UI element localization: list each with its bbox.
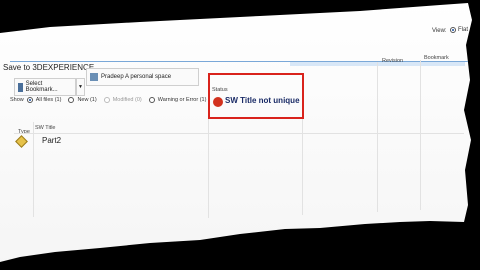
bookmark-dropdown-button[interactable]: ▼ (76, 78, 85, 96)
header-row-divider (14, 133, 464, 134)
select-bookmark-button[interactable]: Select Bookmark... (14, 78, 76, 96)
collab-space-selector[interactable]: Pradeep A personal space (86, 68, 199, 86)
filter-all-label: All files (1) (35, 97, 62, 103)
chevron-down-icon: ▼ (78, 84, 83, 90)
revision-column-header[interactable]: Revision (382, 58, 403, 64)
bookmark-label: Select Bookmark... (25, 81, 58, 93)
space-label: Pradeep A personal space (101, 74, 172, 80)
filter-all-radio[interactable] (26, 97, 33, 103)
filter-warning-radio[interactable] (148, 97, 155, 103)
sw-title-column-header[interactable]: SW Title (35, 125, 55, 131)
view-option-label: Flat (458, 27, 469, 33)
view-flat-radio[interactable]: Flat (450, 27, 468, 33)
column-divider (377, 62, 378, 212)
show-filter-bar: Show All files (1) New (1) Modified (0) … (10, 97, 206, 103)
dialog-panel: Save to 3DEXPERIENCE View: Flat Pradeep … (0, 3, 472, 262)
filter-warning-label: Warning or Error (1) (157, 97, 207, 103)
filter-new-radio[interactable] (68, 97, 75, 103)
column-divider (302, 115, 303, 215)
view-label: View: (432, 28, 447, 34)
column-divider (420, 60, 421, 210)
collab-space-icon (90, 73, 98, 81)
error-icon (213, 97, 223, 107)
filter-new-label: New (1) (77, 97, 97, 103)
row-sw-title[interactable]: Part2 (42, 136, 61, 145)
window-title: Save to 3DEXPERIENCE (3, 63, 95, 72)
filter-modified-label: Modified (0) (112, 97, 142, 103)
show-label: Show (10, 97, 24, 103)
bookmark-icon (18, 82, 23, 92)
status-value: SW Title not unique (225, 96, 300, 105)
type-column-header[interactable]: Type (18, 129, 30, 135)
bookmark-column-header[interactable]: Bookmark (424, 55, 449, 61)
column-divider (208, 118, 209, 218)
radio-icon (450, 27, 456, 33)
filter-modified-radio (103, 97, 110, 103)
part-icon (15, 135, 28, 148)
column-divider (33, 122, 34, 217)
